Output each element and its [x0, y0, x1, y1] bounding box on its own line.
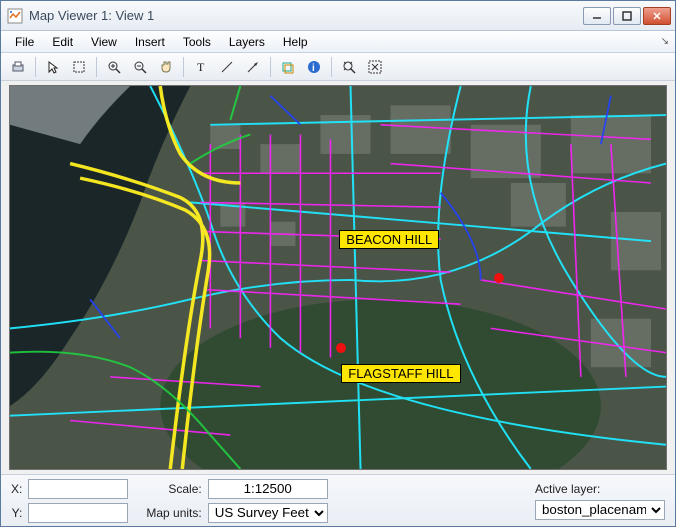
menu-view[interactable]: View: [83, 33, 125, 51]
menu-file[interactable]: File: [7, 33, 42, 51]
dock-toggle-icon[interactable]: ↘: [661, 36, 669, 47]
arrow-icon[interactable]: [242, 56, 264, 78]
separator: [96, 57, 97, 77]
y-field[interactable]: [28, 503, 128, 523]
zoom-in-icon[interactable]: [103, 56, 125, 78]
rect-zoom-icon[interactable]: [364, 56, 386, 78]
zoom-out-icon[interactable]: [129, 56, 151, 78]
pan-icon[interactable]: [155, 56, 177, 78]
map-point-marker: [494, 273, 504, 283]
scale-units: Scale: Map units: US Survey Feet: [146, 479, 327, 523]
print-icon[interactable]: [7, 56, 29, 78]
zoom-extents-icon[interactable]: [338, 56, 360, 78]
separator: [331, 57, 332, 77]
activelayer-select[interactable]: boston_placenames: [535, 500, 665, 520]
scale-label: Scale:: [146, 482, 201, 496]
active-layer: Active layer: boston_placenames: [535, 482, 665, 520]
separator: [183, 57, 184, 77]
menu-tools[interactable]: Tools: [175, 33, 219, 51]
map-svg: [10, 86, 666, 469]
crop-icon[interactable]: [277, 56, 299, 78]
separator: [35, 57, 36, 77]
mapunits-select[interactable]: US Survey Feet: [208, 503, 328, 523]
activelayer-label: Active layer:: [535, 482, 665, 496]
window-buttons: [583, 7, 671, 25]
map-label-flagstaff-hill: FLAGSTAFF HILL: [341, 364, 460, 383]
window-title: Map Viewer 1: View 1: [29, 8, 583, 23]
title-bar: Map Viewer 1: View 1: [1, 1, 675, 31]
app-icon: [7, 8, 23, 24]
line-icon[interactable]: [216, 56, 238, 78]
close-button[interactable]: [643, 7, 671, 25]
menu-layers[interactable]: Layers: [221, 33, 273, 51]
scale-field[interactable]: [208, 479, 328, 499]
menu-insert[interactable]: Insert: [127, 33, 173, 51]
map-point-marker: [336, 343, 346, 353]
toolbar: T i: [1, 53, 675, 81]
status-panel: X: Y: Scale: Map units: US Survey Feet A…: [1, 474, 675, 526]
coord-readout: X: Y:: [11, 479, 128, 523]
minimize-button[interactable]: [583, 7, 611, 25]
info-icon[interactable]: i: [303, 56, 325, 78]
y-label: Y:: [11, 506, 22, 520]
pointer-icon[interactable]: [42, 56, 64, 78]
svg-text:T: T: [197, 60, 205, 74]
menu-edit[interactable]: Edit: [44, 33, 81, 51]
app-window: Map Viewer 1: View 1 File Edit View Inse…: [0, 0, 676, 527]
text-icon[interactable]: T: [190, 56, 212, 78]
x-field[interactable]: [28, 479, 128, 499]
maximize-button[interactable]: [613, 7, 641, 25]
svg-text:i: i: [312, 63, 315, 74]
map-canvas[interactable]: BEACON HILL FLAGSTAFF HILL: [9, 85, 667, 470]
menu-bar: File Edit View Insert Tools Layers Help …: [1, 31, 675, 53]
marquee-icon[interactable]: [68, 56, 90, 78]
separator: [270, 57, 271, 77]
map-label-beacon-hill: BEACON HILL: [339, 230, 439, 249]
mapunits-label: Map units:: [146, 506, 201, 520]
menu-help[interactable]: Help: [275, 33, 316, 51]
x-label: X:: [11, 482, 22, 496]
